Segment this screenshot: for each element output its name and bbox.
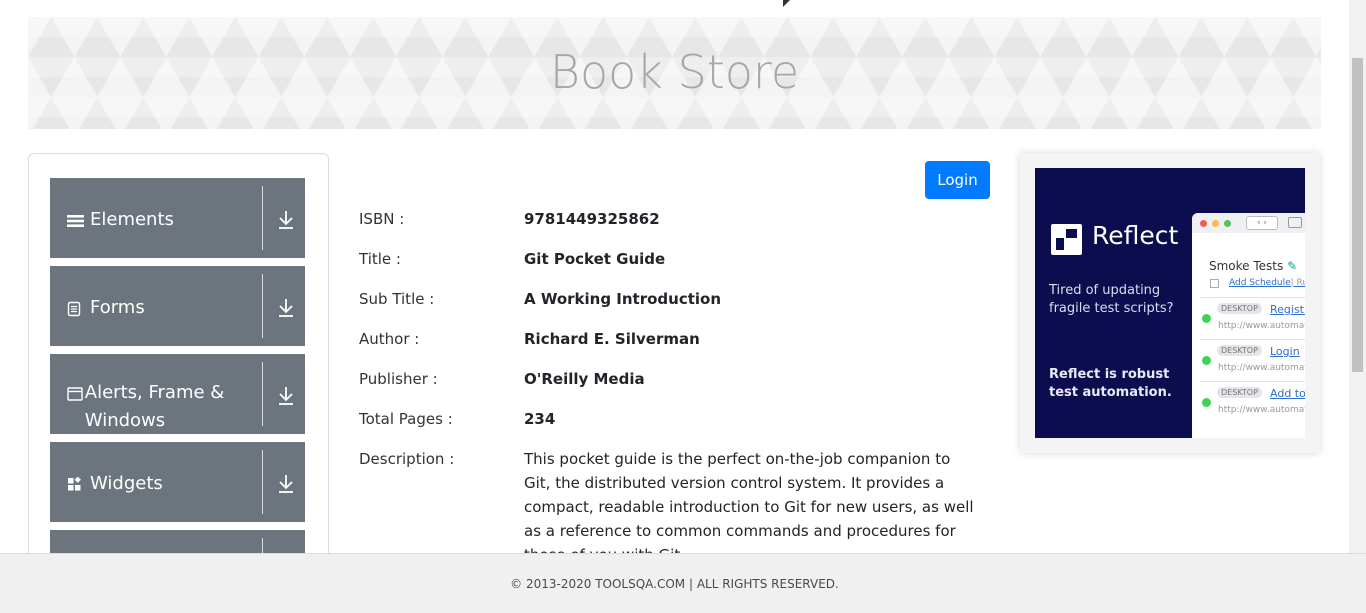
ad-list-item: DESKTOP Registr http://www.automat	[1200, 297, 1305, 339]
ad-tagline-bold: Reflect is robust test automation.	[1049, 367, 1172, 400]
status-dot-icon	[1202, 356, 1211, 365]
pages-value: 234	[524, 410, 556, 428]
nav-group-forms-label-row: Forms	[67, 294, 257, 322]
footer: © 2013-2020 TOOLSQA.COM | ALL RIGHTS RES…	[0, 553, 1366, 613]
ad-schedule-link: Add Schedule| Ru	[1229, 278, 1305, 288]
isbn-value: 9781449325862	[524, 210, 660, 228]
checkbox-icon	[1210, 279, 1219, 288]
nav-group-label: Widgets	[90, 473, 163, 494]
nav-separator	[262, 186, 263, 250]
nav-separator	[262, 538, 263, 553]
nav-group-partial[interactable]	[50, 530, 305, 553]
ad-screenshot: ‹ › Smoke Tests ✎ Add Schedule| Ru DESKT…	[1192, 213, 1305, 438]
ad-tagline: Tired of updating fragile test scripts?	[1049, 283, 1174, 316]
header-banner: Book Store	[28, 17, 1321, 129]
document-icon	[67, 294, 89, 322]
download-icon[interactable]	[277, 472, 295, 494]
nav-group-widgets[interactable]: Widgets	[50, 442, 305, 522]
ad-panel-title: Smoke Tests ✎	[1209, 259, 1298, 273]
subtitle-value: A Working Introduction	[524, 290, 722, 308]
author-value: Richard E. Silverman	[524, 330, 700, 348]
nav-group-alerts-label-row: Alerts, Frame & Windows	[67, 379, 257, 435]
reflect-ad[interactable]: Reflect Tired of updating fragile test s…	[1035, 168, 1305, 438]
page: Book Store Elements Forms Alerts, Frame …	[0, 0, 1366, 613]
scrollbar-thumb[interactable]	[1352, 58, 1363, 372]
nav-separator	[262, 362, 263, 426]
nav-group-forms[interactable]: Forms	[50, 266, 305, 346]
nav-arrows-icon: ‹ ›	[1246, 216, 1278, 230]
nav-separator	[262, 450, 263, 514]
book-row-description: Description : This pocket guide is the p…	[359, 447, 979, 553]
nav-group-label: Elements	[90, 209, 174, 230]
sidebar-toggle-icon	[1288, 217, 1302, 228]
nav-group-elements[interactable]: Elements	[50, 178, 305, 258]
nav-group-label: Forms	[90, 297, 145, 318]
nav-group-widgets-label-row: Widgets	[67, 470, 257, 498]
publisher-label: Publisher :	[359, 370, 438, 388]
description-label: Description :	[359, 450, 455, 468]
menu-icon	[67, 206, 89, 234]
pencil-icon: ✎	[1287, 259, 1298, 273]
ad-list-item: DESKTOP Login http://www.automat	[1200, 339, 1305, 381]
page-scrollbar[interactable]	[1349, 0, 1366, 553]
nav-group-alerts[interactable]: Alerts, Frame & Windows	[50, 354, 305, 434]
window-icon	[67, 379, 84, 407]
title-value: Git Pocket Guide	[524, 250, 666, 268]
nav-separator	[262, 274, 263, 338]
top-marker	[783, 0, 790, 7]
ad-window-titlebar: ‹ ›	[1192, 213, 1305, 233]
isbn-label: ISBN :	[359, 210, 405, 228]
title-label: Title :	[359, 250, 401, 268]
description-value: This pocket guide is the perfect on-the-…	[524, 450, 974, 553]
login-button[interactable]: Login	[925, 161, 990, 199]
download-icon[interactable]	[277, 296, 295, 318]
footer-copyright: © 2013-2020 TOOLSQA.COM | ALL RIGHTS RES…	[510, 576, 839, 591]
pages-label: Total Pages :	[359, 410, 453, 428]
ad-brand: Reflect	[1092, 221, 1179, 250]
nav-group-label: Alerts, Frame & Windows	[84, 382, 225, 431]
widgets-icon	[67, 470, 89, 498]
publisher-value: O'Reilly Media	[524, 370, 645, 388]
ad-container: Reflect Tired of updating fragile test s…	[1020, 153, 1320, 453]
page-title: Book Store	[549, 45, 800, 99]
status-dot-icon	[1202, 398, 1211, 407]
download-icon[interactable]	[277, 384, 295, 406]
ad-list-item: DESKTOP Add to http://www.automat	[1200, 381, 1305, 423]
author-label: Author :	[359, 330, 420, 348]
status-dot-icon	[1202, 314, 1211, 323]
nav-group-elements-label-row: Elements	[67, 206, 257, 234]
reflect-logo-icon	[1051, 224, 1082, 255]
download-icon[interactable]	[277, 208, 295, 230]
subtitle-label: Sub Title :	[359, 290, 435, 308]
